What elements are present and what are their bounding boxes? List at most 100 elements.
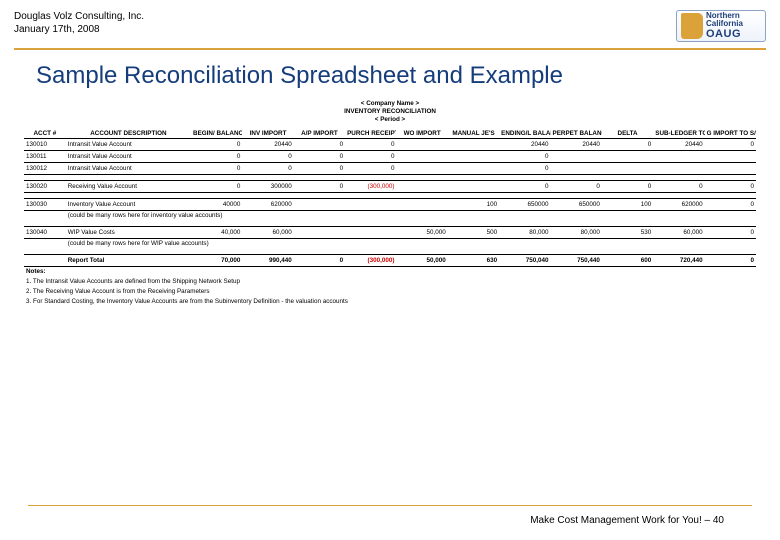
- table-row: 130020Receiving Value Account03000000(30…: [24, 181, 756, 193]
- cell: Intransit Value Account: [66, 139, 191, 151]
- cell: 20440: [499, 139, 550, 151]
- note-row: 3. For Standard Costing, the Inventory V…: [24, 297, 756, 307]
- cell: 750,440: [551, 255, 602, 267]
- cell: 0: [294, 139, 345, 151]
- cell: [705, 163, 756, 175]
- cell: Intransit Value Account: [66, 151, 191, 163]
- cell: (300,000): [345, 255, 396, 267]
- cell: [448, 163, 499, 175]
- cell: [705, 151, 756, 163]
- note-row: 1. The Intransit Value Accounts are defi…: [24, 277, 756, 287]
- cell: 0: [294, 255, 345, 267]
- cell: WIP Value Costs: [66, 227, 191, 239]
- cell: 0: [499, 151, 550, 163]
- company-name: Douglas Volz Consulting, Inc.: [14, 10, 144, 23]
- cell: 0: [602, 139, 653, 151]
- cell: [551, 151, 602, 163]
- cell: 60,000: [242, 227, 293, 239]
- cell: 60,000: [653, 227, 704, 239]
- cell: 0: [191, 139, 242, 151]
- recon-table: ACCT # ACCOUNT DESCRIPTION BEGIN/ BALANC…: [24, 127, 756, 307]
- cell: 70,000: [191, 255, 242, 267]
- cell: [551, 163, 602, 175]
- sheet-company: < Company Name >: [24, 100, 756, 108]
- cell: Inventory Value Account: [66, 199, 191, 211]
- cell: 0: [345, 163, 396, 175]
- col-inv: INV IMPORT: [242, 127, 293, 139]
- cell: 0: [294, 163, 345, 175]
- cell: [24, 255, 66, 267]
- cell: 100: [602, 199, 653, 211]
- cell: [653, 163, 704, 175]
- cell: [602, 151, 653, 163]
- note-row: 2. The Receiving Value Account is from t…: [24, 287, 756, 297]
- cell: [396, 199, 447, 211]
- cell: [345, 199, 396, 211]
- cell: [396, 139, 447, 151]
- cell: 0: [705, 139, 756, 151]
- cell: 0: [499, 163, 550, 175]
- cell: 0: [705, 255, 756, 267]
- cell: [602, 163, 653, 175]
- cell: 0: [345, 139, 396, 151]
- slide-footer: Make Cost Management Work for You! – 40: [530, 515, 724, 526]
- table-row: 130011Intransit Value Account00000: [24, 151, 756, 163]
- header-left: Douglas Volz Consulting, Inc. January 17…: [14, 10, 144, 36]
- cell: 620000: [653, 199, 704, 211]
- cell: 130040: [24, 227, 66, 239]
- cell: 0: [242, 151, 293, 163]
- col-ap: A/P IMPORT: [294, 127, 345, 139]
- cell: 0: [191, 151, 242, 163]
- cell: 20440: [653, 139, 704, 151]
- cell: 20440: [242, 139, 293, 151]
- cell: [448, 181, 499, 193]
- cell: 130030: [24, 199, 66, 211]
- cell: 0: [294, 181, 345, 193]
- col-begin: BEGIN/ BALANCE: [191, 127, 242, 139]
- cell: 0: [345, 151, 396, 163]
- table-row: 130010Intransit Value Account02044000204…: [24, 139, 756, 151]
- cell: Report Total: [66, 255, 191, 267]
- cell: 650000: [551, 199, 602, 211]
- cell: 0: [499, 181, 550, 193]
- cell: 40000: [191, 199, 242, 211]
- sheet-report: INVENTORY RECONCILIATION: [24, 108, 756, 116]
- cell: 0: [191, 181, 242, 193]
- cell: 500: [448, 227, 499, 239]
- cell: 0: [705, 181, 756, 193]
- col-end: ENDING/L BALANCE: [499, 127, 550, 139]
- cell: Receiving Value Account: [66, 181, 191, 193]
- cell: 100: [448, 199, 499, 211]
- col-perp: PERPET BALANCE: [551, 127, 602, 139]
- col-sub: SUB-LEDGER TOTALS: [653, 127, 704, 139]
- col-wo: WO IMPORT: [396, 127, 447, 139]
- logo-text: Northern California OAUG: [706, 12, 743, 40]
- cell: [396, 151, 447, 163]
- cell: [294, 227, 345, 239]
- logo-oaug: OAUG: [706, 29, 743, 41]
- cell: 0: [602, 181, 653, 193]
- cell: 300000: [242, 181, 293, 193]
- cell: [448, 139, 499, 151]
- cell: 20440: [551, 139, 602, 151]
- cell: [294, 199, 345, 211]
- cell: 620000: [242, 199, 293, 211]
- cell: 0: [294, 151, 345, 163]
- cell: 750,040: [499, 255, 550, 267]
- col-purch: PURCH RECEIPT: [345, 127, 396, 139]
- slide-title: Sample Reconciliation Spreadsheet and Ex…: [36, 62, 780, 90]
- cell: 80,000: [499, 227, 550, 239]
- cell: 0: [191, 163, 242, 175]
- col-je: MANUAL JE'S: [448, 127, 499, 139]
- cell: 50,000: [396, 227, 447, 239]
- cell: 130010: [24, 139, 66, 151]
- cell: 0: [705, 199, 756, 211]
- cell: 0: [705, 227, 756, 239]
- cell: 990,440: [242, 255, 293, 267]
- cell: Intransit Value Account: [66, 163, 191, 175]
- cell: 50,000: [396, 255, 447, 267]
- cell: 600: [602, 255, 653, 267]
- cell: [345, 227, 396, 239]
- notes-header: Notes:: [24, 267, 756, 277]
- oaug-logo: Northern California OAUG: [676, 10, 766, 42]
